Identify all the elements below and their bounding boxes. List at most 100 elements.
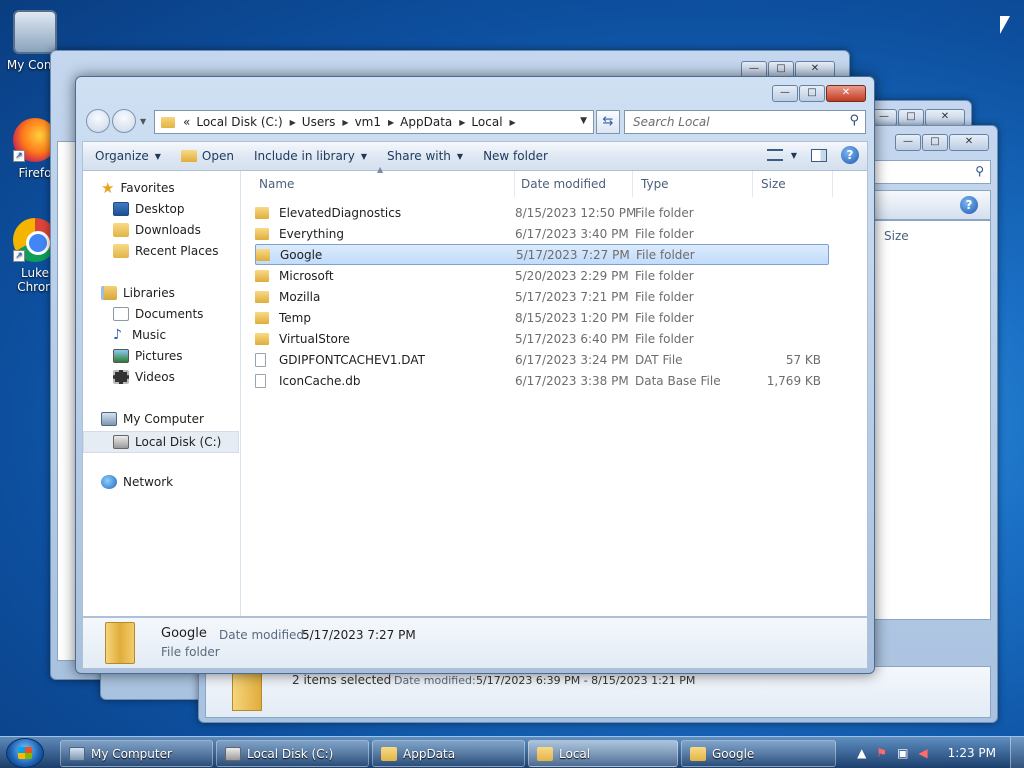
- file-row-selected[interactable]: Google 5/17/2023 7:27 PM File folder: [255, 244, 829, 265]
- taskbar-button-google[interactable]: Google: [681, 740, 836, 767]
- column-header-type[interactable]: Type: [633, 171, 753, 197]
- back-button[interactable]: [86, 109, 110, 133]
- taskbar-button-my-computer[interactable]: My Computer: [60, 740, 213, 767]
- breadcrumb-vm1[interactable]: vm1 ▶: [355, 115, 395, 129]
- computer-icon: [69, 746, 85, 761]
- close-button[interactable]: ✕: [826, 85, 866, 102]
- organize-button[interactable]: Organize ▼: [83, 149, 171, 163]
- chevron-down-icon: ▼: [790, 150, 797, 160]
- clock[interactable]: 1:23 PM: [948, 746, 996, 760]
- column-header-size[interactable]: Size: [753, 171, 833, 197]
- nav-downloads[interactable]: Downloads: [113, 223, 201, 237]
- folder-icon: [381, 746, 397, 761]
- column-header-date-modified[interactable]: Date modified: [513, 171, 633, 197]
- folder-stack-icon: [232, 671, 262, 711]
- new-folder-button[interactable]: New folder: [473, 149, 558, 163]
- chevron-right-icon[interactable]: ▶: [510, 118, 516, 127]
- close-button[interactable]: ✕: [949, 134, 989, 151]
- folder-icon: [537, 746, 553, 761]
- nav-network[interactable]: Network: [101, 475, 173, 489]
- chevron-down-icon: ▼: [456, 151, 464, 161]
- chevron-right-icon[interactable]: ▶: [290, 118, 296, 127]
- chevron-right-icon[interactable]: ▶: [388, 118, 394, 127]
- folder-icon: [105, 622, 135, 664]
- search-icon[interactable]: ⚲: [975, 164, 984, 178]
- maximize-button[interactable]: □: [799, 85, 825, 102]
- search-input[interactable]: Search Local ⚲: [624, 110, 866, 134]
- star-icon: ★: [101, 179, 115, 197]
- file-row[interactable]: VirtualStore 5/17/2023 6:40 PM File folde…: [255, 328, 829, 349]
- refresh-button[interactable]: ⇆: [596, 110, 620, 134]
- search-icon[interactable]: ⚲: [849, 113, 859, 128]
- minimize-button[interactable]: —: [772, 85, 798, 102]
- computer-icon: [13, 10, 57, 54]
- videos-icon: [113, 370, 129, 384]
- minimize-button[interactable]: —: [895, 134, 921, 151]
- folder-icon: [256, 248, 270, 261]
- file-row[interactable]: IconCache.db 6/17/2023 3:38 PM Data Base …: [255, 370, 829, 391]
- file-row[interactable]: Everything 6/17/2023 3:40 PM File folder: [255, 223, 829, 244]
- selection-status: 2 items selected: [292, 673, 392, 687]
- forward-button[interactable]: [112, 109, 136, 133]
- shortcut-arrow-icon: ↗: [13, 150, 25, 162]
- taskbar-button-local-disk[interactable]: Local Disk (C:): [216, 740, 369, 767]
- nav-libraries[interactable]: Libraries: [101, 286, 175, 300]
- file-row[interactable]: Mozilla 5/17/2023 7:21 PM File folder: [255, 286, 829, 307]
- file-row[interactable]: Microsoft 5/20/2023 2:29 PM File folder: [255, 265, 829, 286]
- nav-my-computer[interactable]: My Computer: [101, 412, 204, 426]
- taskbar-button-appdata[interactable]: AppData: [372, 740, 525, 767]
- folder-icon: [255, 206, 269, 219]
- libraries-icon: [101, 286, 117, 300]
- help-icon[interactable]: ?: [960, 196, 978, 214]
- nav-local-disk[interactable]: Local Disk (C:): [83, 431, 239, 453]
- mouse-cursor: [1000, 16, 1010, 34]
- breadcrumb-local[interactable]: Local ▶: [471, 115, 515, 129]
- hard-drive-icon: [225, 746, 241, 761]
- close-button[interactable]: ✕: [925, 109, 965, 126]
- details-date-label: Date modified:: [219, 628, 309, 642]
- breadcrumb-users[interactable]: Users ▶: [302, 115, 349, 129]
- breadcrumb-overflow[interactable]: «: [183, 115, 190, 129]
- maximize-button[interactable]: □: [898, 109, 924, 126]
- help-icon[interactable]: ?: [841, 146, 859, 164]
- action-center-icon[interactable]: ⚑: [876, 746, 887, 760]
- file-row[interactable]: Temp 8/15/2023 1:20 PM File folder: [255, 307, 829, 328]
- address-bar[interactable]: « Local Disk (C:) ▶ Users ▶ vm1 ▶ AppData ▶ …: [154, 110, 594, 134]
- show-hidden-icons-icon[interactable]: ▲: [857, 746, 866, 760]
- breadcrumb-local-disk[interactable]: Local Disk (C:) ▶: [196, 115, 295, 129]
- taskbar-button-local[interactable]: Local: [528, 740, 678, 767]
- nav-recent-places[interactable]: Recent Places: [113, 244, 218, 258]
- preview-pane-icon[interactable]: [811, 148, 827, 162]
- column-header-size[interactable]: Size: [884, 229, 909, 243]
- nav-documents[interactable]: Documents: [113, 307, 203, 321]
- folder-icon: [255, 269, 269, 282]
- details-name: Google: [161, 626, 207, 641]
- nav-desktop[interactable]: Desktop: [113, 202, 185, 216]
- show-desktop-button[interactable]: [1010, 737, 1024, 768]
- nav-pictures[interactable]: Pictures: [113, 349, 183, 363]
- file-row[interactable]: GDIPFONTCACHEV1.DAT 6/17/2023 3:24 PM DAT…: [255, 349, 829, 370]
- address-dropdown-icon[interactable]: ▼: [580, 116, 587, 126]
- file-row[interactable]: ElevatedDiagnostics 8/15/2023 12:50 PM Fi…: [255, 202, 829, 223]
- search-placeholder: Search Local: [633, 115, 710, 129]
- include-in-library-button[interactable]: Include in library ▼: [244, 149, 377, 163]
- open-button[interactable]: Open: [171, 149, 244, 163]
- breadcrumb-appdata[interactable]: AppData ▶: [400, 115, 465, 129]
- change-view-button[interactable]: ▼: [766, 149, 797, 161]
- network-status-icon[interactable]: ▣: [897, 746, 908, 760]
- chevron-right-icon[interactable]: ▶: [459, 118, 465, 127]
- start-button[interactable]: [6, 738, 44, 768]
- column-header-name[interactable]: Name: [251, 171, 515, 197]
- recent-pages-dropdown[interactable]: ▼: [140, 117, 146, 126]
- share-with-button[interactable]: Share with ▼: [377, 149, 473, 163]
- maximize-button[interactable]: □: [922, 134, 948, 151]
- nav-favorites[interactable]: ★ Favorites: [101, 179, 175, 197]
- volume-icon[interactable]: ◀: [918, 746, 927, 760]
- folder-icon: [255, 311, 269, 324]
- nav-music[interactable]: ♪ Music: [113, 328, 166, 342]
- recent-places-icon: [113, 244, 129, 258]
- nav-videos[interactable]: Videos: [113, 370, 175, 384]
- explorer-window-local[interactable]: — □ ✕ ▼ « Local Disk (C:) ▶ Users ▶ vm1 ▶ A…: [75, 76, 875, 674]
- chevron-right-icon[interactable]: ▶: [342, 118, 348, 127]
- pictures-icon: [113, 349, 129, 363]
